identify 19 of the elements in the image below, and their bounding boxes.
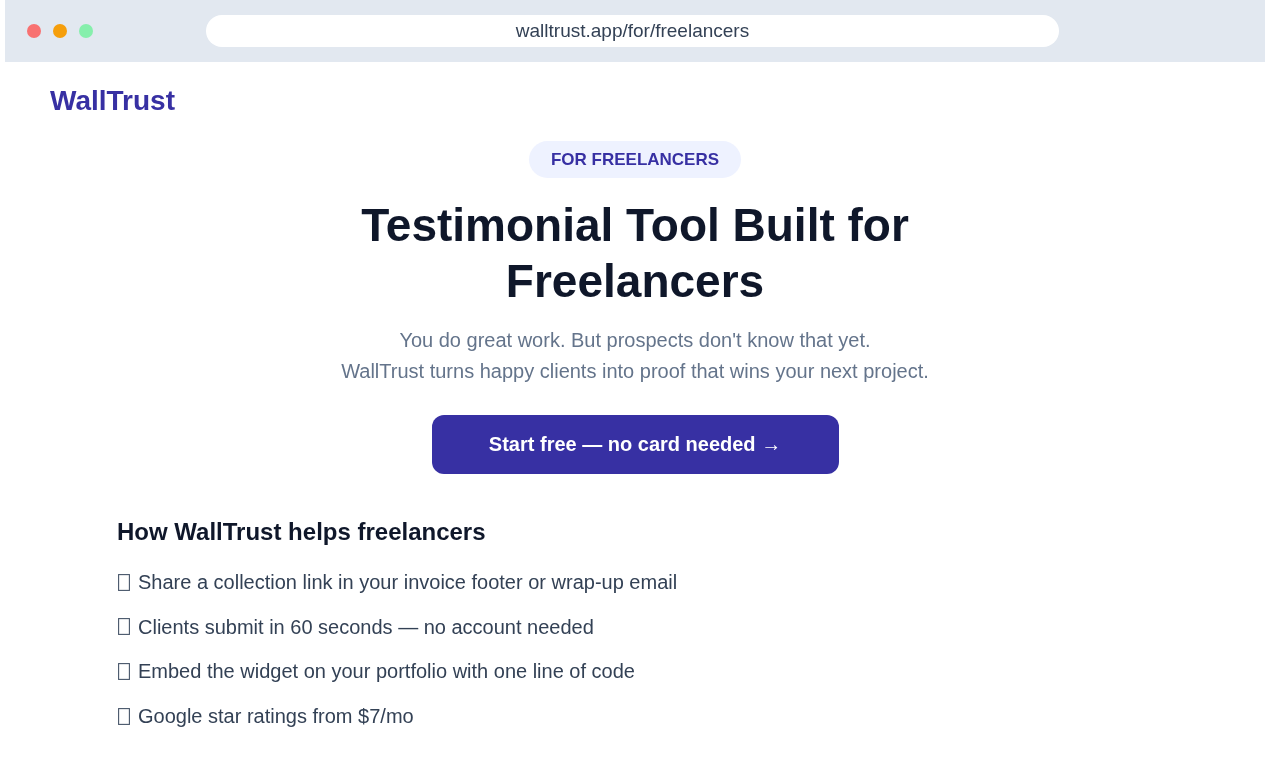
window-dot-icon[interactable]: [53, 24, 67, 38]
benefit-text: Google star ratings from $7/mo: [138, 704, 414, 730]
address-bar[interactable]: walltrust.app/for/freelancers: [206, 15, 1059, 47]
subtitle-line: You do great work. But prospects don't know that yet.: [399, 328, 871, 353]
benefit-text: Embed the widget on your portfolio with one line of code: [138, 659, 635, 685]
start-free-button[interactable]: Start free — no card needed →: [431, 415, 839, 474]
audience-badge: FOR FREELANCERS: [528, 141, 742, 178]
subtitle-line: WallTrust turns happy clients into proof that wins your next project.: [341, 359, 929, 384]
hero-heading: Testimonial Tool Built for Freelancers: [360, 198, 910, 309]
section-heading: How WallTrust helps freelancers: [117, 517, 487, 547]
empty-square-icon: [118, 618, 130, 636]
logo-text[interactable]: WallTrust: [50, 84, 175, 118]
benefit-text: Clients submit in 60 seconds — no account needed: [138, 614, 594, 640]
window-dot-icon[interactable]: [79, 24, 93, 38]
empty-square-icon: [118, 707, 130, 725]
empty-square-icon: [118, 662, 130, 680]
window-dot-icon[interactable]: [27, 24, 41, 38]
benefit-text: Share a collection link in your invoice footer or wrap-up email: [138, 570, 678, 595]
empty-square-icon: [118, 573, 130, 591]
